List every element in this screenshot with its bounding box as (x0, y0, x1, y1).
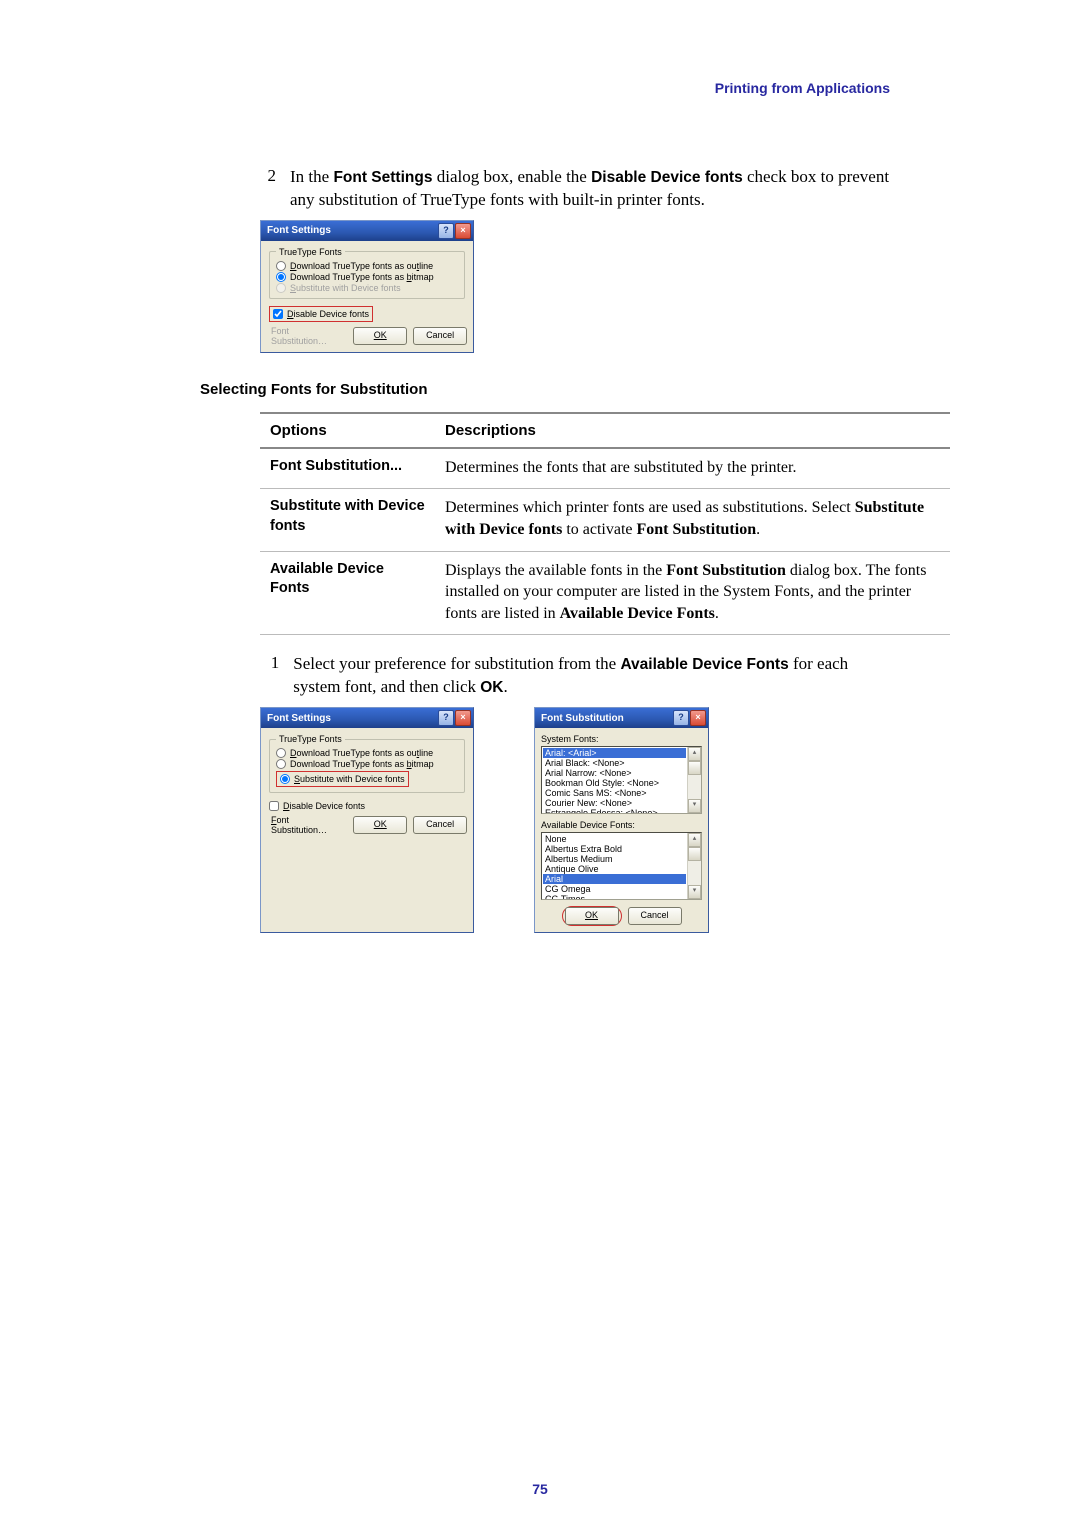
close-button[interactable]: × (455, 710, 471, 726)
list-item[interactable]: Estrangelo Edessa: <None> (543, 808, 686, 814)
th-options: Options (260, 413, 435, 448)
ok-button[interactable]: OK (565, 907, 619, 925)
step-2-number: 2 (260, 166, 290, 212)
scroll-down-icon[interactable]: ▾ (688, 885, 701, 899)
dialog-title: Font Settings (267, 713, 331, 724)
scrollbar[interactable]: ▴ ▾ (687, 747, 701, 813)
cancel-button[interactable]: Cancel (413, 327, 467, 345)
list-item[interactable]: Arial: <Arial> (543, 748, 686, 758)
help-button[interactable]: ? (673, 710, 689, 726)
truetype-fonts-group: TrueType Fonts Download TrueType fonts a… (269, 247, 465, 299)
help-button[interactable]: ? (438, 223, 454, 239)
close-button[interactable]: × (690, 710, 706, 726)
font-substitution-link-disabled: Font Substitution… (267, 326, 347, 346)
dialog-title: Font Settings (267, 225, 331, 236)
ok-highlight: OK (562, 906, 622, 926)
list-item[interactable]: Arial Narrow: <None> (543, 768, 686, 778)
font-substitution-link[interactable]: Font Substitution… (267, 815, 347, 835)
group-legend: TrueType Fonts (276, 734, 345, 744)
titlebar[interactable]: Font Settings ? × (261, 221, 473, 241)
titlebar[interactable]: Font Settings ? × (261, 708, 473, 728)
scroll-down-icon[interactable]: ▾ (688, 799, 701, 813)
step-2: 2 In the Font Settings dialog box, enabl… (260, 166, 890, 212)
step-1-number: 1 (260, 653, 293, 699)
scrollbar[interactable]: ▴ ▾ (687, 833, 701, 899)
options-table: Options Descriptions Font Substitution..… (260, 412, 950, 636)
scroll-thumb[interactable] (688, 847, 701, 861)
truetype-fonts-group: TrueType Fonts Download TrueType fonts a… (269, 734, 465, 793)
checkbox-disable-device-fonts[interactable]: Disable Device fonts (269, 801, 465, 811)
list-item[interactable]: Albertus Extra Bold (543, 844, 686, 854)
cancel-button[interactable]: Cancel (628, 907, 682, 925)
list-item[interactable]: Bookman Old Style: <None> (543, 778, 686, 788)
font-settings-dialog-1: Font Settings ? × TrueType Fonts Downloa… (260, 220, 474, 353)
list-item[interactable]: Antique Olive (543, 864, 686, 874)
radio-outline[interactable]: Download TrueType fonts as outline (276, 748, 458, 758)
table-row: Substitute with Device fonts Determines … (260, 489, 950, 551)
help-button[interactable]: ? (438, 710, 454, 726)
scroll-up-icon[interactable]: ▴ (688, 747, 701, 761)
radio-bitmap[interactable]: Download TrueType fonts as bitmap (276, 759, 458, 769)
cancel-button[interactable]: Cancel (413, 816, 467, 834)
font-substitution-dialog: Font Substitution ? × System Fonts: Aria… (534, 707, 709, 933)
list-item[interactable]: Arial Black: <None> (543, 758, 686, 768)
list-item[interactable]: Courier New: <None> (543, 798, 686, 808)
ok-button[interactable]: OK (353, 816, 407, 834)
th-descriptions: Descriptions (435, 413, 950, 448)
scroll-thumb[interactable] (688, 761, 701, 775)
list-item[interactable]: None (543, 834, 686, 844)
step-1-text: Select your preference for substitution … (293, 653, 890, 699)
group-legend: TrueType Fonts (276, 247, 345, 257)
section-heading: Selecting Fonts for Substitution (200, 381, 890, 398)
available-device-fonts-listbox[interactable]: NoneAlbertus Extra BoldAlbertus MediumAn… (541, 832, 702, 900)
close-button[interactable]: × (455, 223, 471, 239)
page-number: 75 (0, 1481, 1080, 1497)
list-item[interactable]: CG Omega (543, 884, 686, 894)
ok-button[interactable]: OK (353, 327, 407, 345)
radio-bitmap[interactable]: Download TrueType fonts as bitmap (276, 272, 458, 282)
dialog-title: Font Substitution (541, 713, 624, 724)
titlebar[interactable]: Font Substitution ? × (535, 708, 708, 728)
header-link[interactable]: Printing from Applications (200, 80, 890, 96)
scroll-up-icon[interactable]: ▴ (688, 833, 701, 847)
list-item[interactable]: Albertus Medium (543, 854, 686, 864)
table-row: Available Device Fonts Displays the avai… (260, 551, 950, 635)
substitute-highlight: Substitute with Device fonts (276, 771, 409, 787)
radio-substitute[interactable]: Substitute with Device fonts (280, 774, 405, 784)
available-device-fonts-label: Available Device Fonts: (541, 820, 702, 830)
list-item[interactable]: Arial (543, 874, 686, 884)
disable-device-fonts-highlight: Disable Device fonts (269, 306, 373, 322)
system-fonts-label: System Fonts: (541, 734, 702, 744)
system-fonts-listbox[interactable]: Arial: <Arial>Arial Black: <None>Arial N… (541, 746, 702, 814)
font-settings-dialog-2: Font Settings ? × TrueType Fonts Downloa… (260, 707, 474, 933)
table-row: Font Substitution... Determines the font… (260, 448, 950, 489)
radio-substitute: Substitute with Device fonts (276, 283, 458, 293)
checkbox-disable-device-fonts[interactable]: Disable Device fonts (273, 309, 369, 319)
step-1: 1 Select your preference for substitutio… (260, 653, 890, 699)
radio-outline[interactable]: Download TrueType fonts as outline (276, 261, 458, 271)
list-item[interactable]: Comic Sans MS: <None> (543, 788, 686, 798)
step-2-text: In the Font Settings dialog box, enable … (290, 166, 890, 212)
list-item[interactable]: CG Times (543, 894, 686, 900)
